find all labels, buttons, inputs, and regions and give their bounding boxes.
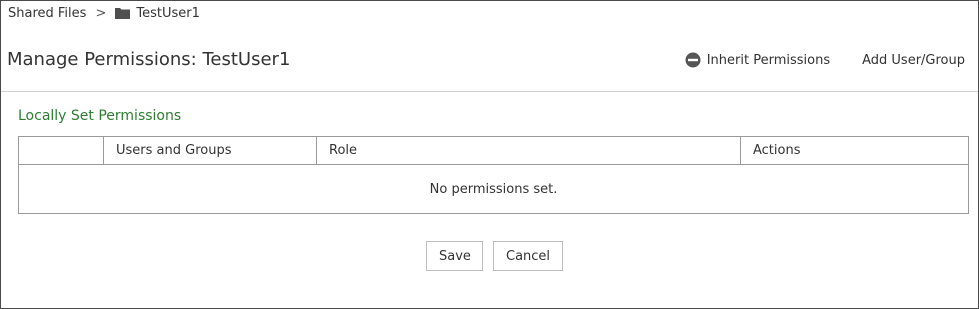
cancel-button[interactable]: Cancel bbox=[493, 241, 563, 271]
column-header-select bbox=[18, 136, 104, 165]
column-header-users-groups[interactable]: Users and Groups bbox=[103, 136, 317, 165]
add-user-group-button[interactable]: Add User/Group bbox=[862, 53, 965, 68]
inherit-permissions-label: Inherit Permissions bbox=[706, 52, 831, 68]
footer-buttons: Save Cancel bbox=[426, 241, 563, 271]
permissions-panel: Shared Files > TestUser1 Manage Permissi… bbox=[0, 0, 979, 309]
page-title: Manage Permissions: TestUser1 bbox=[7, 49, 291, 70]
breadcrumb-current[interactable]: TestUser1 bbox=[136, 6, 200, 21]
save-button[interactable]: Save bbox=[426, 241, 483, 271]
table-empty-row: No permissions set. bbox=[18, 164, 969, 214]
inherit-permissions-button[interactable]: Inherit Permissions bbox=[685, 52, 830, 68]
minus-circle-icon bbox=[685, 52, 701, 68]
breadcrumb: Shared Files > TestUser1 bbox=[8, 4, 200, 22]
header-actions: Inherit Permissions Add User/Group bbox=[685, 52, 965, 68]
permissions-table: Users and Groups Role Actions No permiss… bbox=[18, 136, 969, 214]
table-header-row: Users and Groups Role Actions bbox=[18, 136, 969, 165]
folder-icon bbox=[115, 8, 131, 19]
breadcrumb-separator: > bbox=[95, 5, 107, 21]
breadcrumb-shared-files[interactable]: Shared Files bbox=[8, 6, 86, 21]
empty-message: No permissions set. bbox=[18, 164, 969, 214]
header-divider bbox=[1, 91, 978, 92]
column-header-actions: Actions bbox=[740, 136, 969, 165]
section-title: Locally Set Permissions bbox=[18, 108, 182, 124]
column-header-role[interactable]: Role bbox=[316, 136, 741, 165]
